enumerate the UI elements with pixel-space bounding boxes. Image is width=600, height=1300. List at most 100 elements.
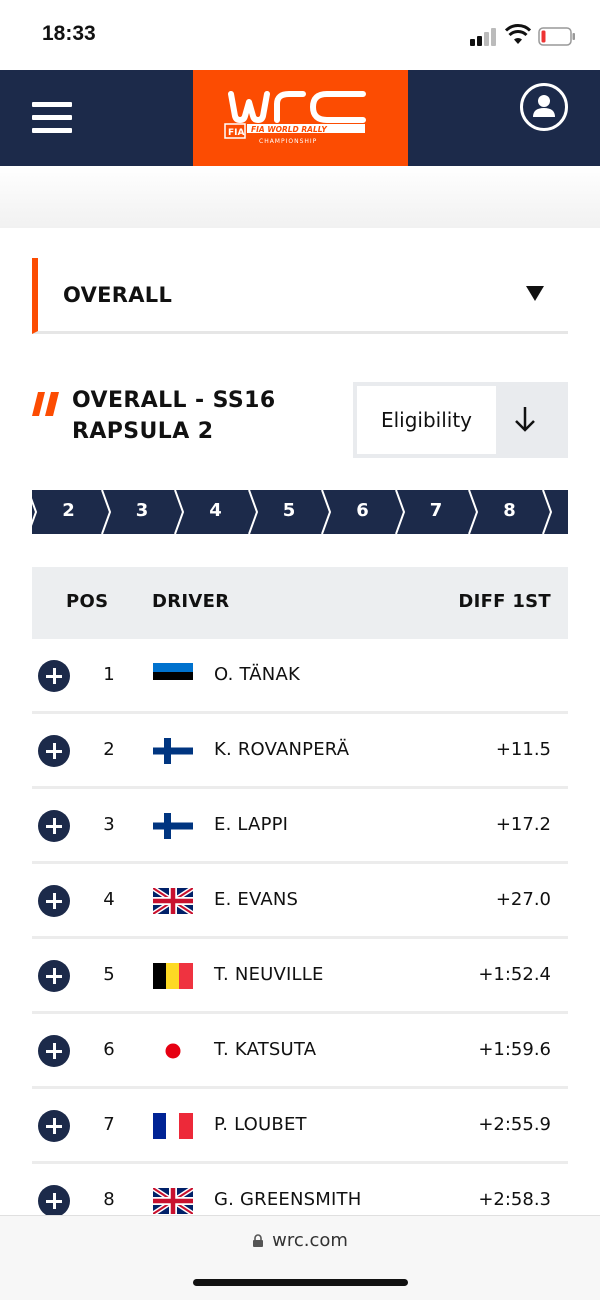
row-diff: +1:52.4 [478, 964, 551, 985]
country-flag-icon [153, 1188, 193, 1214]
stage-tab-4[interactable]: 4 [179, 490, 253, 534]
stage-tab-5[interactable]: 5 [253, 490, 327, 534]
stage-selector: 2 3 4 5 6 7 8 [32, 490, 568, 534]
country-flag-icon [153, 888, 193, 914]
row-diff: +27.0 [495, 889, 551, 910]
stage-chevron-separator [468, 490, 479, 534]
svg-text:CHAMPIONSHIP: CHAMPIONSHIP [259, 138, 317, 145]
stage-tab-7[interactable]: 7 [400, 490, 474, 534]
stage-tab-label: 5 [282, 500, 296, 521]
table-row: 4 E. EVANS +27.0 [32, 864, 568, 939]
country-flag-icon [153, 663, 193, 689]
header-spacer [0, 166, 600, 228]
site-header: FIA FIA WORLD RALLY CHAMPIONSHIP [0, 70, 600, 166]
url-text: wrc.com [272, 1230, 348, 1251]
row-driver-name[interactable]: G. GREENSMITH [214, 1189, 361, 1210]
wrc-logo[interactable]: FIA FIA WORLD RALLY CHAMPIONSHIP [193, 70, 408, 166]
stage-subtitle: RAPSULA 2 [72, 419, 214, 444]
dropdown-arrow-icon [526, 286, 544, 301]
table-row: 7 P. LOUBET +2:55.9 [32, 1089, 568, 1164]
status-time: 18:33 [42, 22, 96, 45]
row-driver-name[interactable]: O. TÄNAK [214, 664, 300, 685]
stage-title: OVERALL - SS16 [72, 388, 276, 413]
row-position: 3 [103, 814, 115, 835]
eligibility-label-box: Eligibility [357, 386, 496, 454]
cellular-signal-icon [470, 28, 498, 46]
title-accent-icon [32, 392, 59, 416]
expand-plus-icon[interactable] [38, 660, 70, 692]
expand-plus-icon[interactable] [38, 1110, 70, 1142]
row-position: 6 [103, 1039, 115, 1060]
stage-chevron-separator [394, 490, 405, 534]
stage-tab-label: 3 [135, 500, 149, 521]
header-pos: POS [66, 591, 109, 612]
header-diff: DIFF 1ST [458, 591, 551, 612]
wrc-logo-mark: FIA FIA WORLD RALLY CHAMPIONSHIP [224, 91, 366, 145]
stage-tab-label: 6 [356, 500, 369, 521]
table-row: 3 E. LAPPI +17.2 [32, 789, 568, 864]
row-position: 5 [103, 964, 115, 985]
stage-tab-2[interactable]: 2 [32, 490, 106, 534]
stage-chevron-separator [541, 490, 552, 534]
stage-tab-8[interactable]: 8 [473, 490, 547, 534]
table-row: 6 T. KATSUTA +1:59.6 [32, 1014, 568, 1089]
user-account-icon[interactable] [519, 82, 569, 132]
expand-plus-icon[interactable] [38, 960, 70, 992]
row-diff: +2:58.3 [478, 1189, 551, 1210]
stage-chevron-separator [32, 498, 38, 526]
row-position: 2 [103, 739, 115, 760]
menu-icon[interactable] [32, 102, 72, 134]
address-bar[interactable]: wrc.com [0, 1230, 600, 1251]
row-driver-name[interactable]: P. LOUBET [214, 1114, 307, 1135]
stage-tab-3[interactable]: 3 [106, 490, 180, 534]
stage-chevron-separator [247, 490, 258, 534]
stage-chevron-separator [321, 490, 332, 534]
stage-tab-label: 2 [62, 500, 75, 521]
expand-plus-icon[interactable] [38, 735, 70, 767]
country-flag-icon [153, 738, 193, 764]
eligibility-label: Eligibility [380, 408, 473, 432]
browser-bottom-bar: wrc.com [0, 1215, 600, 1300]
stage-tab-label: 8 [503, 500, 516, 521]
stage-chevron-separator [174, 490, 185, 534]
lock-icon [253, 1234, 264, 1247]
country-flag-icon [153, 1038, 193, 1064]
expand-plus-icon[interactable] [38, 885, 70, 917]
row-position: 4 [103, 889, 115, 910]
expand-plus-icon[interactable] [38, 1035, 70, 1067]
status-bar: 18:33 [0, 0, 600, 70]
expand-plus-icon[interactable] [38, 810, 70, 842]
country-flag-icon [153, 963, 193, 989]
row-driver-name[interactable]: E. EVANS [214, 889, 298, 910]
header-driver: DRIVER [152, 591, 230, 612]
home-indicator[interactable] [193, 1279, 408, 1286]
table-row: 1 O. TÄNAK [32, 639, 568, 714]
stage-tab-6[interactable]: 6 [326, 490, 400, 534]
results-table-header: POS DRIVER DIFF 1ST [32, 567, 568, 639]
dropdown-selected-label: OVERALL [63, 283, 173, 307]
row-driver-name[interactable]: T. KATSUTA [214, 1039, 316, 1060]
svg-text:FIA WORLD RALLY: FIA WORLD RALLY [251, 125, 328, 134]
row-diff: +17.2 [495, 814, 551, 835]
svg-text:FIA: FIA [228, 128, 244, 138]
row-driver-name[interactable]: T. NEUVILLE [214, 964, 324, 985]
sort-down-arrow-icon[interactable] [511, 404, 539, 434]
row-diff: +2:55.9 [478, 1114, 551, 1135]
stage-tab-label: 7 [429, 500, 443, 521]
row-position: 8 [103, 1189, 115, 1210]
country-flag-icon [153, 1113, 193, 1139]
row-diff: +11.5 [495, 739, 551, 760]
table-row: 5 T. NEUVILLE +1:52.4 [32, 939, 568, 1014]
results-type-dropdown[interactable]: OVERALL [32, 258, 568, 334]
wifi-icon [505, 24, 531, 44]
row-position: 7 [103, 1114, 115, 1135]
eligibility-filter[interactable]: Eligibility [353, 382, 568, 458]
stage-tab-label: 4 [209, 500, 222, 521]
country-flag-icon [153, 813, 193, 839]
expand-plus-icon[interactable] [38, 1185, 70, 1217]
table-row: 2 K. ROVANPERÄ +11.5 [32, 714, 568, 789]
stage-chevron-separator [100, 490, 111, 534]
row-driver-name[interactable]: E. LAPPI [214, 814, 288, 835]
row-driver-name[interactable]: K. ROVANPERÄ [214, 739, 349, 760]
battery-icon [538, 27, 575, 46]
